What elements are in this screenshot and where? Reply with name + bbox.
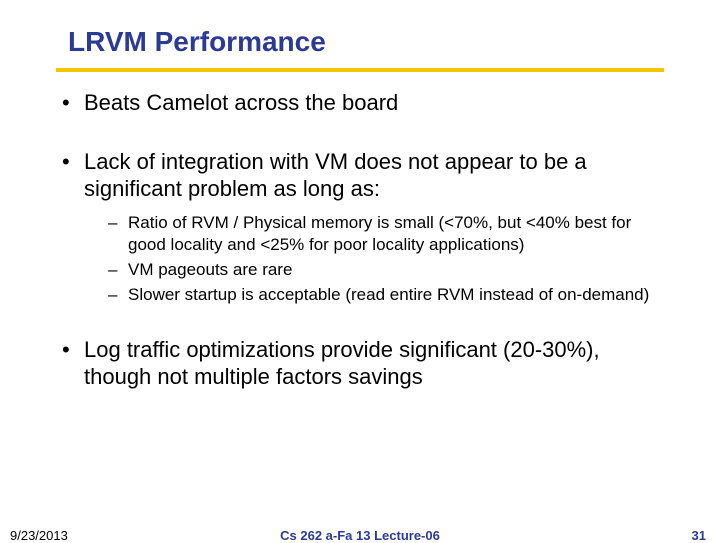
bullet-text: Beats Camelot across the board <box>84 90 398 115</box>
bullet-item: Beats Camelot across the board <box>56 90 664 117</box>
bullet-text: Lack of integration with VM does not app… <box>84 149 587 201</box>
sub-item: Ratio of RVM / Physical memory is small … <box>84 212 664 255</box>
footer-lecture: Cs 262 a-Fa 13 Lecture-06 <box>0 528 720 543</box>
sub-item: Slower startup is acceptable (read entir… <box>84 284 664 305</box>
sub-list: Ratio of RVM / Physical memory is small … <box>84 212 664 305</box>
bullet-list: Beats Camelot across the board Lack of i… <box>56 90 664 391</box>
footer-pagenum: 31 <box>692 528 706 543</box>
slide-title: LRVM Performance <box>68 26 664 58</box>
title-underline <box>56 68 664 72</box>
bullet-text: Log traffic optimizations provide signif… <box>84 337 600 389</box>
sub-item: VM pageouts are rare <box>84 259 664 280</box>
bullet-item: Lack of integration with VM does not app… <box>56 149 664 306</box>
bullet-item: Log traffic optimizations provide signif… <box>56 337 664 391</box>
slide: LRVM Performance Beats Camelot across th… <box>0 0 720 540</box>
